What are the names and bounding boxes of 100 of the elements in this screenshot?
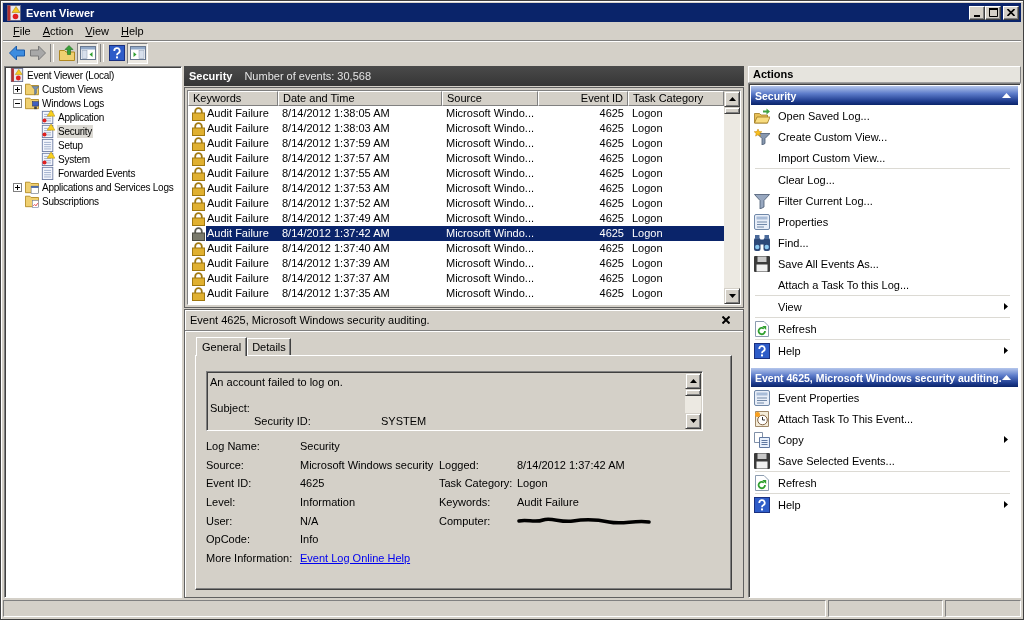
command-item[interactable]: Create Custom View... [751, 126, 1018, 147]
tree-item[interactable]: Event Viewer (Local) [26, 68, 116, 82]
command-item[interactable]: Save All Events As... [751, 253, 1018, 274]
menu-item[interactable]: View [79, 23, 115, 39]
padlock-icon [192, 136, 205, 151]
event-row[interactable]: Audit Failure 8/14/2012 1:38:05 AM Microsoft Windo... 4625 Logon [188, 106, 724, 121]
description-field[interactable]: An account failed to log on. Subject: Security ID: SYSTEM [206, 371, 703, 431]
menu-item[interactable]: Action [36, 23, 80, 39]
tree-item[interactable]: Custom Views [41, 82, 104, 96]
left-pane-icon [79, 45, 96, 61]
command-item[interactable]: Filter Current Log... [751, 190, 1018, 211]
field-value: Audit Failure [517, 496, 580, 509]
log-icon [41, 138, 55, 152]
tree-item[interactable]: Security [57, 124, 94, 138]
event-row[interactable]: Audit Failure 8/14/2012 1:37:35 AM Microsoft Windo... 4625 Logon [188, 286, 724, 301]
event-row[interactable]: Audit Failure 8/14/2012 1:37:40 AM Microsoft Windo... 4625 Logon [188, 241, 724, 256]
command-item[interactable]: View [751, 296, 1018, 317]
command-item[interactable]: Attach Task To This Event... [751, 408, 1018, 429]
scroll-up-button[interactable] [685, 373, 701, 389]
help-link[interactable]: Event Log Online Help [300, 551, 411, 564]
column-header[interactable]: Source [442, 91, 538, 106]
close-button[interactable] [721, 315, 731, 325]
event-row[interactable]: Audit Failure 8/14/2012 1:37:39 AM Microsoft Windo... 4625 Logon [188, 256, 724, 271]
minimize-button[interactable] [969, 5, 985, 20]
event-row[interactable]: Audit Failure 8/14/2012 1:37:55 AM Microsoft Windo... 4625 Logon [188, 166, 724, 181]
section-header[interactable]: Event 4625, Microsoft Windows security auditing. [751, 368, 1018, 387]
field-label: Logged: [439, 458, 480, 471]
table-cell-text: Logon [631, 196, 664, 211]
table-cell-text: 4625 [598, 256, 625, 271]
action-pane-button[interactable] [127, 42, 148, 64]
command-item[interactable]: Import Custom View... [751, 147, 1018, 168]
tree-item[interactable]: Application [57, 110, 106, 124]
refresh-icon [754, 320, 770, 337]
command-item[interactable]: Help [751, 340, 1018, 361]
console-tree-button[interactable] [77, 42, 98, 64]
filter-star-icon [754, 128, 770, 145]
tree-item[interactable]: System [57, 152, 91, 166]
command-item[interactable]: Open Saved Log... [751, 105, 1018, 126]
event-row[interactable]: Audit Failure 8/14/2012 1:37:59 AM Microsoft Windo... 4625 Logon [188, 136, 724, 151]
table-cell-text: Audit Failure [206, 106, 270, 121]
table-cell-text: Audit Failure [206, 271, 270, 286]
table-cell-text: Microsoft Windo... [445, 106, 536, 121]
command-item[interactable]: Help [751, 494, 1018, 515]
table-cell-text: Audit Failure [206, 256, 270, 271]
field-value: Info [300, 533, 320, 546]
collapse-arrow-icon[interactable] [1002, 375, 1011, 380]
column-header[interactable]: Keywords [188, 91, 278, 106]
log-title: Security [189, 70, 233, 82]
properties-icon [754, 389, 770, 406]
event-row[interactable]: Audit Failure 8/14/2012 1:38:03 AM Microsoft Windo... 4625 Logon [188, 121, 724, 136]
scrollbar-thumb[interactable] [685, 389, 701, 396]
scroll-down-button[interactable] [724, 288, 740, 304]
table-cell-text: 4625 [598, 211, 625, 226]
tree-item[interactable]: Windows Logs [41, 96, 106, 110]
expand-icon[interactable] [13, 182, 22, 192]
table-cell-text: 4625 [598, 106, 625, 121]
scrollbar-thumb[interactable] [724, 107, 740, 114]
up-arrow-icon [689, 379, 697, 383]
help-button[interactable] [106, 42, 127, 64]
tree-item[interactable]: Applications and Services Logs [41, 180, 175, 194]
tree-item[interactable]: Subscriptions [41, 194, 100, 208]
field-label: User: [206, 514, 234, 527]
column-header[interactable]: Event ID [538, 91, 628, 106]
command-item[interactable]: Save Selected Events... [751, 450, 1018, 471]
command-item[interactable]: Event Properties [751, 387, 1018, 408]
field-value: Information [300, 496, 357, 509]
collapse-icon[interactable] [13, 98, 22, 108]
table-cell-text: Audit Failure [206, 166, 270, 181]
command-item[interactable]: Properties [751, 211, 1018, 232]
table-cell-text: Logon [631, 121, 664, 136]
column-header[interactable]: Date and Time [278, 91, 442, 106]
scroll-down-button[interactable] [685, 413, 701, 429]
table-cell-text: Logon [631, 211, 664, 226]
expand-icon[interactable] [13, 84, 22, 94]
command-item[interactable]: Copy [751, 429, 1018, 450]
menu-item[interactable]: File [7, 23, 37, 39]
command-item[interactable]: Find... [751, 232, 1018, 253]
maximize-button[interactable] [985, 5, 1001, 20]
menu-item[interactable]: Help [115, 23, 150, 39]
event-row[interactable]: Audit Failure 8/14/2012 1:37:49 AM Microsoft Windo... 4625 Logon [188, 211, 724, 226]
copy-icon [754, 431, 770, 448]
command-item[interactable]: Refresh [751, 318, 1018, 339]
tab[interactable]: Details [247, 338, 291, 355]
event-row[interactable]: Audit Failure 8/14/2012 1:37:37 AM Microsoft Windo... 4625 Logon [188, 271, 724, 286]
section-header[interactable]: Security [751, 86, 1018, 105]
collapse-arrow-icon[interactable] [1002, 93, 1011, 98]
event-row[interactable]: Audit Failure 8/14/2012 1:37:57 AM Microsoft Windo... 4625 Logon [188, 151, 724, 166]
event-row[interactable]: Audit Failure 8/14/2012 1:37:52 AM Microsoft Windo... 4625 Logon [188, 196, 724, 211]
command-item[interactable]: Clear Log... [751, 169, 1018, 190]
command-item[interactable]: Refresh [751, 472, 1018, 493]
tree-item[interactable]: Setup [57, 138, 84, 152]
up-level-button[interactable] [56, 42, 77, 64]
back-arrow-icon [8, 45, 25, 61]
command-item[interactable]: Attach a Task To this Log... [751, 274, 1018, 295]
scroll-up-button[interactable] [724, 91, 740, 107]
table-cell-text: 4625 [598, 151, 625, 166]
tree-item[interactable]: Forwarded Events [57, 166, 137, 180]
tab[interactable]: General [196, 337, 248, 356]
column-header[interactable]: Task Category [628, 91, 724, 106]
event-row[interactable]: Audit Failure 8/14/2012 1:37:53 AM Microsoft Windo... 4625 Logon [188, 181, 724, 196]
